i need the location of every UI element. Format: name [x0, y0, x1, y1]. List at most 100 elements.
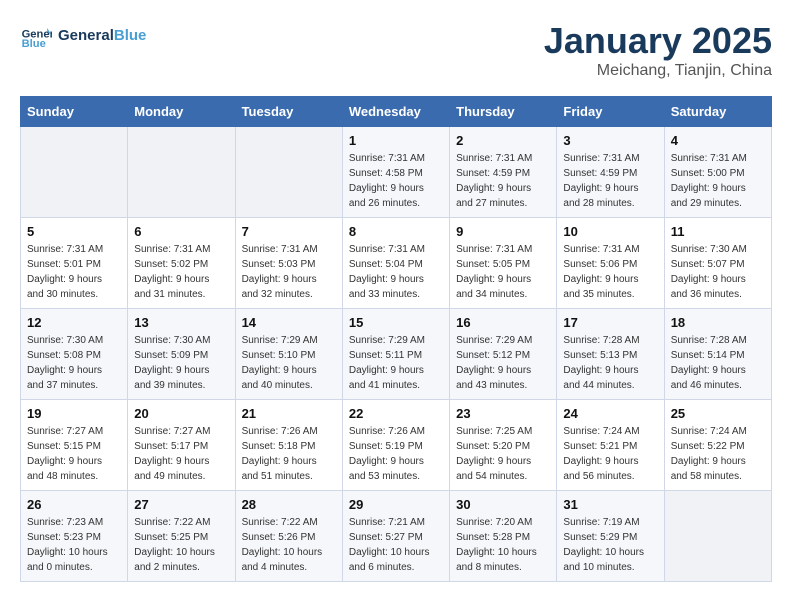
- calendar-table: SundayMondayTuesdayWednesdayThursdayFrid…: [20, 96, 772, 582]
- day-info: Sunrise: 7:25 AMSunset: 5:20 PMDaylight:…: [456, 424, 550, 484]
- day-number: 25: [671, 406, 765, 421]
- day-number: 7: [242, 224, 336, 239]
- calendar-cell: 14 Sunrise: 7:29 AMSunset: 5:10 PMDayligh…: [235, 309, 342, 400]
- weekday-header: Sunday: [21, 97, 128, 127]
- day-number: 24: [563, 406, 657, 421]
- day-number: 31: [563, 497, 657, 512]
- calendar-cell: 24 Sunrise: 7:24 AMSunset: 5:21 PMDayligh…: [557, 400, 664, 491]
- day-number: 27: [134, 497, 228, 512]
- calendar-cell: 12Sunrise: 7:30 AMSunset: 5:08 PMDayligh…: [21, 309, 128, 400]
- calendar-cell: 3 Sunrise: 7:31 AMSunset: 4:59 PMDaylight…: [557, 127, 664, 218]
- day-number: 22: [349, 406, 443, 421]
- day-number: 15: [349, 315, 443, 330]
- day-info: Sunrise: 7:29 AMSunset: 5:12 PMDaylight:…: [456, 333, 550, 393]
- day-info: Sunrise: 7:31 AMSunset: 5:04 PMDaylight:…: [349, 242, 443, 302]
- calendar-cell: 21 Sunrise: 7:26 AMSunset: 5:18 PMDayligh…: [235, 400, 342, 491]
- day-number: 1: [349, 133, 443, 148]
- weekday-header: Monday: [128, 97, 235, 127]
- day-info: Sunrise: 7:28 AMSunset: 5:14 PMDaylight:…: [671, 333, 765, 393]
- day-number: 30: [456, 497, 550, 512]
- day-info: Sunrise: 7:31 AMSunset: 5:02 PMDaylight:…: [134, 242, 228, 302]
- day-info: Sunrise: 7:24 AMSunset: 5:21 PMDaylight:…: [563, 424, 657, 484]
- calendar-cell: 7 Sunrise: 7:31 AMSunset: 5:03 PMDaylight…: [235, 218, 342, 309]
- day-number: 16: [456, 315, 550, 330]
- calendar-cell: 8Sunrise: 7:31 AMSunset: 5:04 PMDaylight…: [342, 218, 449, 309]
- calendar-cell: 10 Sunrise: 7:31 AMSunset: 5:06 PMDayligh…: [557, 218, 664, 309]
- day-info: Sunrise: 7:27 AMSunset: 5:17 PMDaylight:…: [134, 424, 228, 484]
- calendar-cell: 26 Sunrise: 7:23 AMSunset: 5:23 PMDayligh…: [21, 491, 128, 582]
- day-info: Sunrise: 7:22 AMSunset: 5:26 PMDaylight:…: [242, 515, 336, 575]
- calendar-week-row: 12Sunrise: 7:30 AMSunset: 5:08 PMDayligh…: [21, 309, 772, 400]
- day-number: 14: [242, 315, 336, 330]
- day-info: Sunrise: 7:30 AMSunset: 5:09 PMDaylight:…: [134, 333, 228, 393]
- calendar-cell: 16 Sunrise: 7:29 AMSunset: 5:12 PMDayligh…: [450, 309, 557, 400]
- calendar-cell: 20Sunrise: 7:27 AMSunset: 5:17 PMDayligh…: [128, 400, 235, 491]
- day-info: Sunrise: 7:30 AMSunset: 5:07 PMDaylight:…: [671, 242, 765, 302]
- day-info: Sunrise: 7:31 AMSunset: 5:00 PMDaylight:…: [671, 151, 765, 211]
- day-number: 21: [242, 406, 336, 421]
- day-info: Sunrise: 7:31 AMSunset: 5:05 PMDaylight:…: [456, 242, 550, 302]
- calendar-cell: [235, 127, 342, 218]
- calendar-week-row: 19Sunrise: 7:27 AMSunset: 5:15 PMDayligh…: [21, 400, 772, 491]
- day-number: 9: [456, 224, 550, 239]
- calendar-cell: [128, 127, 235, 218]
- day-number: 19: [27, 406, 121, 421]
- calendar-title: January 2025: [544, 20, 772, 62]
- day-number: 2: [456, 133, 550, 148]
- day-info: Sunrise: 7:31 AMSunset: 5:01 PMDaylight:…: [27, 242, 121, 302]
- day-number: 6: [134, 224, 228, 239]
- calendar-cell: 28Sunrise: 7:22 AMSunset: 5:26 PMDayligh…: [235, 491, 342, 582]
- day-number: 29: [349, 497, 443, 512]
- day-info: Sunrise: 7:19 AMSunset: 5:29 PMDaylight:…: [563, 515, 657, 575]
- calendar-cell: 25Sunrise: 7:24 AMSunset: 5:22 PMDayligh…: [664, 400, 771, 491]
- day-info: Sunrise: 7:23 AMSunset: 5:23 PMDaylight:…: [27, 515, 121, 575]
- day-number: 4: [671, 133, 765, 148]
- calendar-cell: 31 Sunrise: 7:19 AMSunset: 5:29 PMDayligh…: [557, 491, 664, 582]
- day-info: Sunrise: 7:31 AMSunset: 5:06 PMDaylight:…: [563, 242, 657, 302]
- day-number: 11: [671, 224, 765, 239]
- title-block: January 2025 Meichang, Tianjin, China: [544, 20, 772, 80]
- calendar-cell: 1 Sunrise: 7:31 AMSunset: 4:58 PMDaylight…: [342, 127, 449, 218]
- weekday-header: Friday: [557, 97, 664, 127]
- day-number: 3: [563, 133, 657, 148]
- calendar-cell: 11 Sunrise: 7:30 AMSunset: 5:07 PMDayligh…: [664, 218, 771, 309]
- day-number: 18: [671, 315, 765, 330]
- day-info: Sunrise: 7:31 AMSunset: 5:03 PMDaylight:…: [242, 242, 336, 302]
- day-info: Sunrise: 7:31 AMSunset: 4:58 PMDaylight:…: [349, 151, 443, 211]
- day-info: Sunrise: 7:26 AMSunset: 5:18 PMDaylight:…: [242, 424, 336, 484]
- day-info: Sunrise: 7:21 AMSunset: 5:27 PMDaylight:…: [349, 515, 443, 575]
- calendar-cell: 4 Sunrise: 7:31 AMSunset: 5:00 PMDaylight…: [664, 127, 771, 218]
- day-info: Sunrise: 7:31 AMSunset: 4:59 PMDaylight:…: [456, 151, 550, 211]
- calendar-cell: 6 Sunrise: 7:31 AMSunset: 5:02 PMDaylight…: [128, 218, 235, 309]
- calendar-week-row: 1 Sunrise: 7:31 AMSunset: 4:58 PMDaylight…: [21, 127, 772, 218]
- calendar-cell: 23 Sunrise: 7:25 AMSunset: 5:20 PMDayligh…: [450, 400, 557, 491]
- day-info: Sunrise: 7:29 AMSunset: 5:10 PMDaylight:…: [242, 333, 336, 393]
- calendar-cell: 19Sunrise: 7:27 AMSunset: 5:15 PMDayligh…: [21, 400, 128, 491]
- calendar-cell: 30 Sunrise: 7:20 AMSunset: 5:28 PMDayligh…: [450, 491, 557, 582]
- day-number: 17: [563, 315, 657, 330]
- weekday-header-row: SundayMondayTuesdayWednesdayThursdayFrid…: [21, 97, 772, 127]
- day-number: 5: [27, 224, 121, 239]
- day-info: Sunrise: 7:20 AMSunset: 5:28 PMDaylight:…: [456, 515, 550, 575]
- day-number: 13: [134, 315, 228, 330]
- calendar-subtitle: Meichang, Tianjin, China: [544, 62, 772, 80]
- calendar-cell: 5 Sunrise: 7:31 AMSunset: 5:01 PMDaylight…: [21, 218, 128, 309]
- day-number: 23: [456, 406, 550, 421]
- day-number: 26: [27, 497, 121, 512]
- calendar-cell: 9 Sunrise: 7:31 AMSunset: 5:05 PMDaylight…: [450, 218, 557, 309]
- page-header: General Blue GeneralBlue January 2025 Me…: [20, 20, 772, 80]
- weekday-header: Thursday: [450, 97, 557, 127]
- calendar-cell: 18 Sunrise: 7:28 AMSunset: 5:14 PMDayligh…: [664, 309, 771, 400]
- weekday-header: Saturday: [664, 97, 771, 127]
- day-info: Sunrise: 7:28 AMSunset: 5:13 PMDaylight:…: [563, 333, 657, 393]
- day-info: Sunrise: 7:22 AMSunset: 5:25 PMDaylight:…: [134, 515, 228, 575]
- day-number: 12: [27, 315, 121, 330]
- calendar-week-row: 5 Sunrise: 7:31 AMSunset: 5:01 PMDaylight…: [21, 218, 772, 309]
- weekday-header: Tuesday: [235, 97, 342, 127]
- calendar-cell: 27 Sunrise: 7:22 AMSunset: 5:25 PMDayligh…: [128, 491, 235, 582]
- day-info: Sunrise: 7:29 AMSunset: 5:11 PMDaylight:…: [349, 333, 443, 393]
- calendar-cell: 2 Sunrise: 7:31 AMSunset: 4:59 PMDaylight…: [450, 127, 557, 218]
- day-number: 10: [563, 224, 657, 239]
- weekday-header: Wednesday: [342, 97, 449, 127]
- day-info: Sunrise: 7:31 AMSunset: 4:59 PMDaylight:…: [563, 151, 657, 211]
